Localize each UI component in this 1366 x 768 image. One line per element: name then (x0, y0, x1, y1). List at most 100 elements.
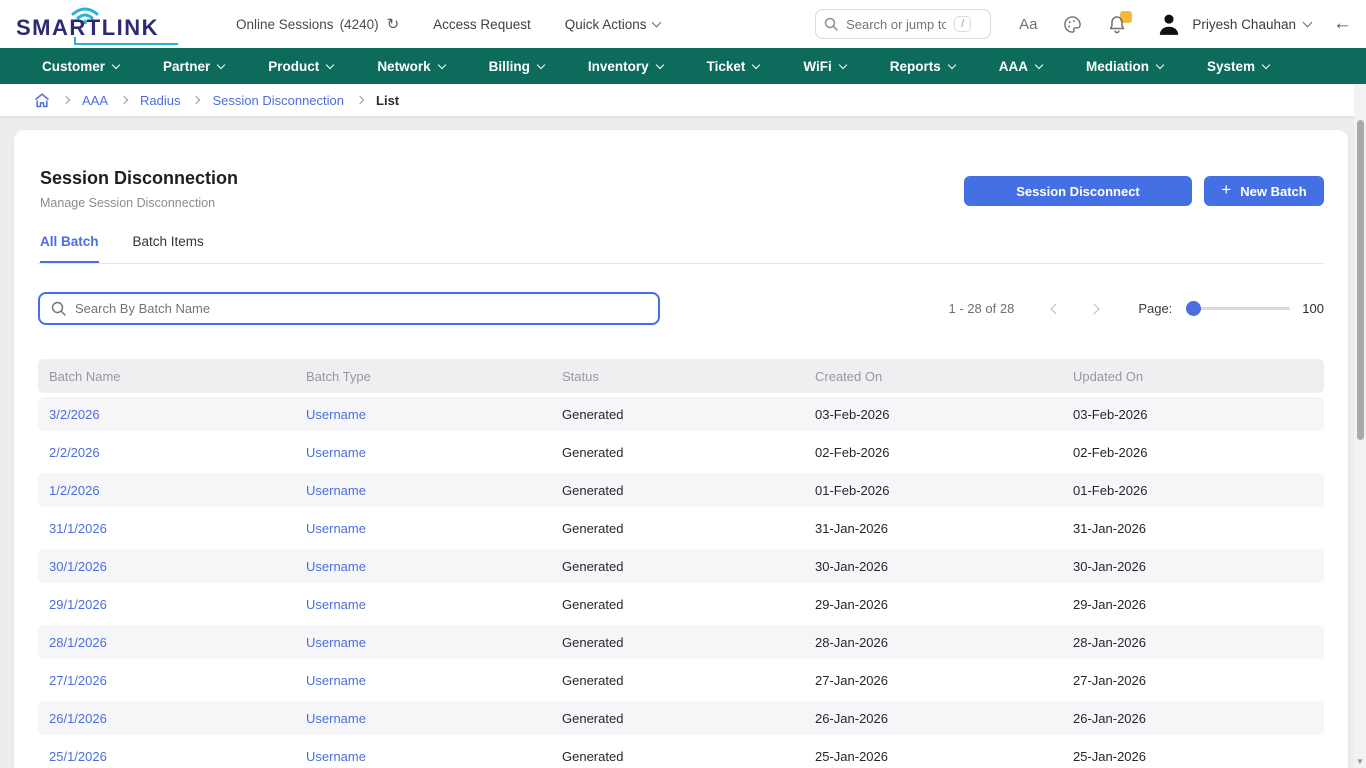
created-on-cell: 30-Jan-2026 (804, 559, 1062, 574)
next-page-icon[interactable] (1089, 303, 1100, 314)
created-on-cell: 03-Feb-2026 (804, 407, 1062, 422)
status-cell: Generated (551, 483, 804, 498)
updated-on-cell: 01-Feb-2026 (1062, 483, 1324, 498)
online-sessions-counter: Online Sessions (4240) ↻ (236, 15, 399, 33)
user-menu[interactable]: Priyesh Chauhan (1192, 17, 1311, 32)
nav-menu-item[interactable]: Ticket (707, 59, 760, 74)
new-batch-button[interactable]: + New Batch (1204, 176, 1324, 206)
batch-name-link[interactable]: 26/1/2026 (49, 711, 107, 726)
tab-all-batch[interactable]: All Batch (40, 234, 99, 263)
page-size-value: 100 (1302, 301, 1324, 316)
nav-menu-item[interactable]: WiFi (803, 59, 845, 74)
col-batch-type: Batch Type (295, 369, 551, 384)
scrollbar-down-arrow[interactable]: ▼ (1356, 757, 1364, 766)
quick-actions-menu[interactable]: Quick Actions (565, 17, 660, 32)
vertical-scrollbar[interactable]: ▼ (1354, 84, 1366, 768)
home-icon[interactable] (34, 93, 50, 108)
palette-icon (1063, 15, 1082, 34)
nav-menu-item[interactable]: Mediation (1086, 59, 1163, 74)
status-cell: Generated (551, 711, 804, 726)
breadcrumb-link[interactable]: Radius (140, 93, 180, 108)
scrollbar-thumb[interactable] (1357, 120, 1364, 440)
table-toolbar: 1 - 28 of 28 Page: 100 (38, 292, 1324, 325)
batch-name-link[interactable]: 1/2/2026 (49, 483, 100, 498)
created-on-cell: 25-Jan-2026 (804, 749, 1062, 764)
batch-name-link[interactable]: 31/1/2026 (49, 521, 107, 536)
page-size-slider[interactable] (1186, 307, 1290, 310)
batch-search[interactable] (38, 292, 660, 325)
global-search-input[interactable] (846, 17, 946, 32)
batch-type-link[interactable]: Username (306, 407, 366, 422)
batch-type-link[interactable]: Username (306, 521, 366, 536)
batch-type-link[interactable]: Username (306, 711, 366, 726)
theme-button[interactable] (1063, 15, 1082, 34)
created-on-cell: 27-Jan-2026 (804, 673, 1062, 688)
nav-menu-item[interactable]: Inventory (588, 59, 663, 74)
batch-name-link[interactable]: 3/2/2026 (49, 407, 100, 422)
nav-menu-item[interactable]: Network (377, 59, 444, 74)
breadcrumb-current: List (376, 93, 399, 108)
nav-menu-item[interactable]: Customer (42, 59, 119, 74)
batch-type-link[interactable]: Username (306, 559, 366, 574)
batch-name-link[interactable]: 2/2/2026 (49, 445, 100, 460)
table-row: 30/1/2026 Username Generated 30-Jan-2026… (38, 549, 1324, 583)
breadcrumb-separator (356, 96, 364, 104)
breadcrumb-link[interactable]: AAA (82, 93, 108, 108)
smartlink-logo[interactable]: SMARTLINK (16, 4, 176, 44)
batch-type-link[interactable]: Username (306, 483, 366, 498)
back-arrow-button[interactable]: ← (1333, 13, 1352, 35)
status-cell: Generated (551, 749, 804, 764)
status-cell: Generated (551, 559, 804, 574)
batch-type-link[interactable]: Username (306, 673, 366, 688)
batch-type-link[interactable]: Username (306, 445, 366, 460)
batch-name-link[interactable]: 29/1/2026 (49, 597, 107, 612)
table-row: 27/1/2026 Username Generated 27-Jan-2026… (38, 663, 1324, 697)
batch-type-link[interactable]: Username (306, 635, 366, 650)
status-cell: Generated (551, 407, 804, 422)
main-nav: Customer Partner Product Network Billing (0, 48, 1366, 84)
updated-on-cell: 29-Jan-2026 (1062, 597, 1324, 612)
batch-name-link[interactable]: 30/1/2026 (49, 559, 107, 574)
nav-menu-item[interactable]: System (1207, 59, 1269, 74)
breadcrumb-separator (62, 96, 70, 104)
app-window: SMARTLINK Online Sessions (4240) ↻ Acces… (0, 0, 1366, 768)
chevron-down-icon (839, 60, 847, 68)
plus-icon: + (1221, 180, 1231, 200)
nav-menu-item[interactable]: AAA (999, 59, 1042, 74)
created-on-cell: 01-Feb-2026 (804, 483, 1062, 498)
batch-name-link[interactable]: 27/1/2026 (49, 673, 107, 688)
font-size-toggle[interactable]: Aa (1019, 16, 1037, 33)
batch-name-link[interactable]: 25/1/2026 (49, 749, 107, 764)
nav-menu-item[interactable]: Product (268, 59, 333, 74)
avatar[interactable] (1156, 11, 1182, 37)
session-disconnect-button[interactable]: Session Disconnect (964, 176, 1192, 206)
batch-type-link[interactable]: Username (306, 749, 366, 764)
slider-thumb[interactable] (1186, 301, 1201, 316)
status-cell: Generated (551, 445, 804, 460)
global-search[interactable]: / (815, 9, 991, 39)
tab-bar: All Batch Batch Items (38, 234, 1324, 264)
breadcrumb-link[interactable]: Session Disconnection (212, 93, 344, 108)
access-request-link[interactable]: Access Request (433, 17, 531, 32)
nav-menu-item[interactable]: Reports (890, 59, 955, 74)
updated-on-cell: 27-Jan-2026 (1062, 673, 1324, 688)
nav-menu-item[interactable]: Partner (163, 59, 224, 74)
col-status: Status (551, 369, 804, 384)
prev-page-icon[interactable] (1051, 303, 1062, 314)
batch-search-input[interactable] (75, 301, 647, 316)
nav-menu-item[interactable]: Billing (489, 59, 544, 74)
batch-name-link[interactable]: 28/1/2026 (49, 635, 107, 650)
page-title: Session Disconnection (40, 168, 238, 189)
created-on-cell: 28-Jan-2026 (804, 635, 1062, 650)
chevron-down-icon (655, 60, 663, 68)
search-shortcut-key: / (954, 16, 971, 32)
notifications-button[interactable] (1108, 15, 1126, 34)
tab-batch-items[interactable]: Batch Items (133, 234, 204, 263)
batch-table: Batch Name Batch Type Status Created On … (38, 359, 1324, 768)
refresh-icon[interactable]: ↻ (387, 15, 400, 33)
batch-type-link[interactable]: Username (306, 597, 366, 612)
col-created-on: Created On (804, 369, 1062, 384)
col-batch-name: Batch Name (38, 369, 295, 384)
table-row: 28/1/2026 Username Generated 28-Jan-2026… (38, 625, 1324, 659)
chevron-down-icon (948, 60, 956, 68)
